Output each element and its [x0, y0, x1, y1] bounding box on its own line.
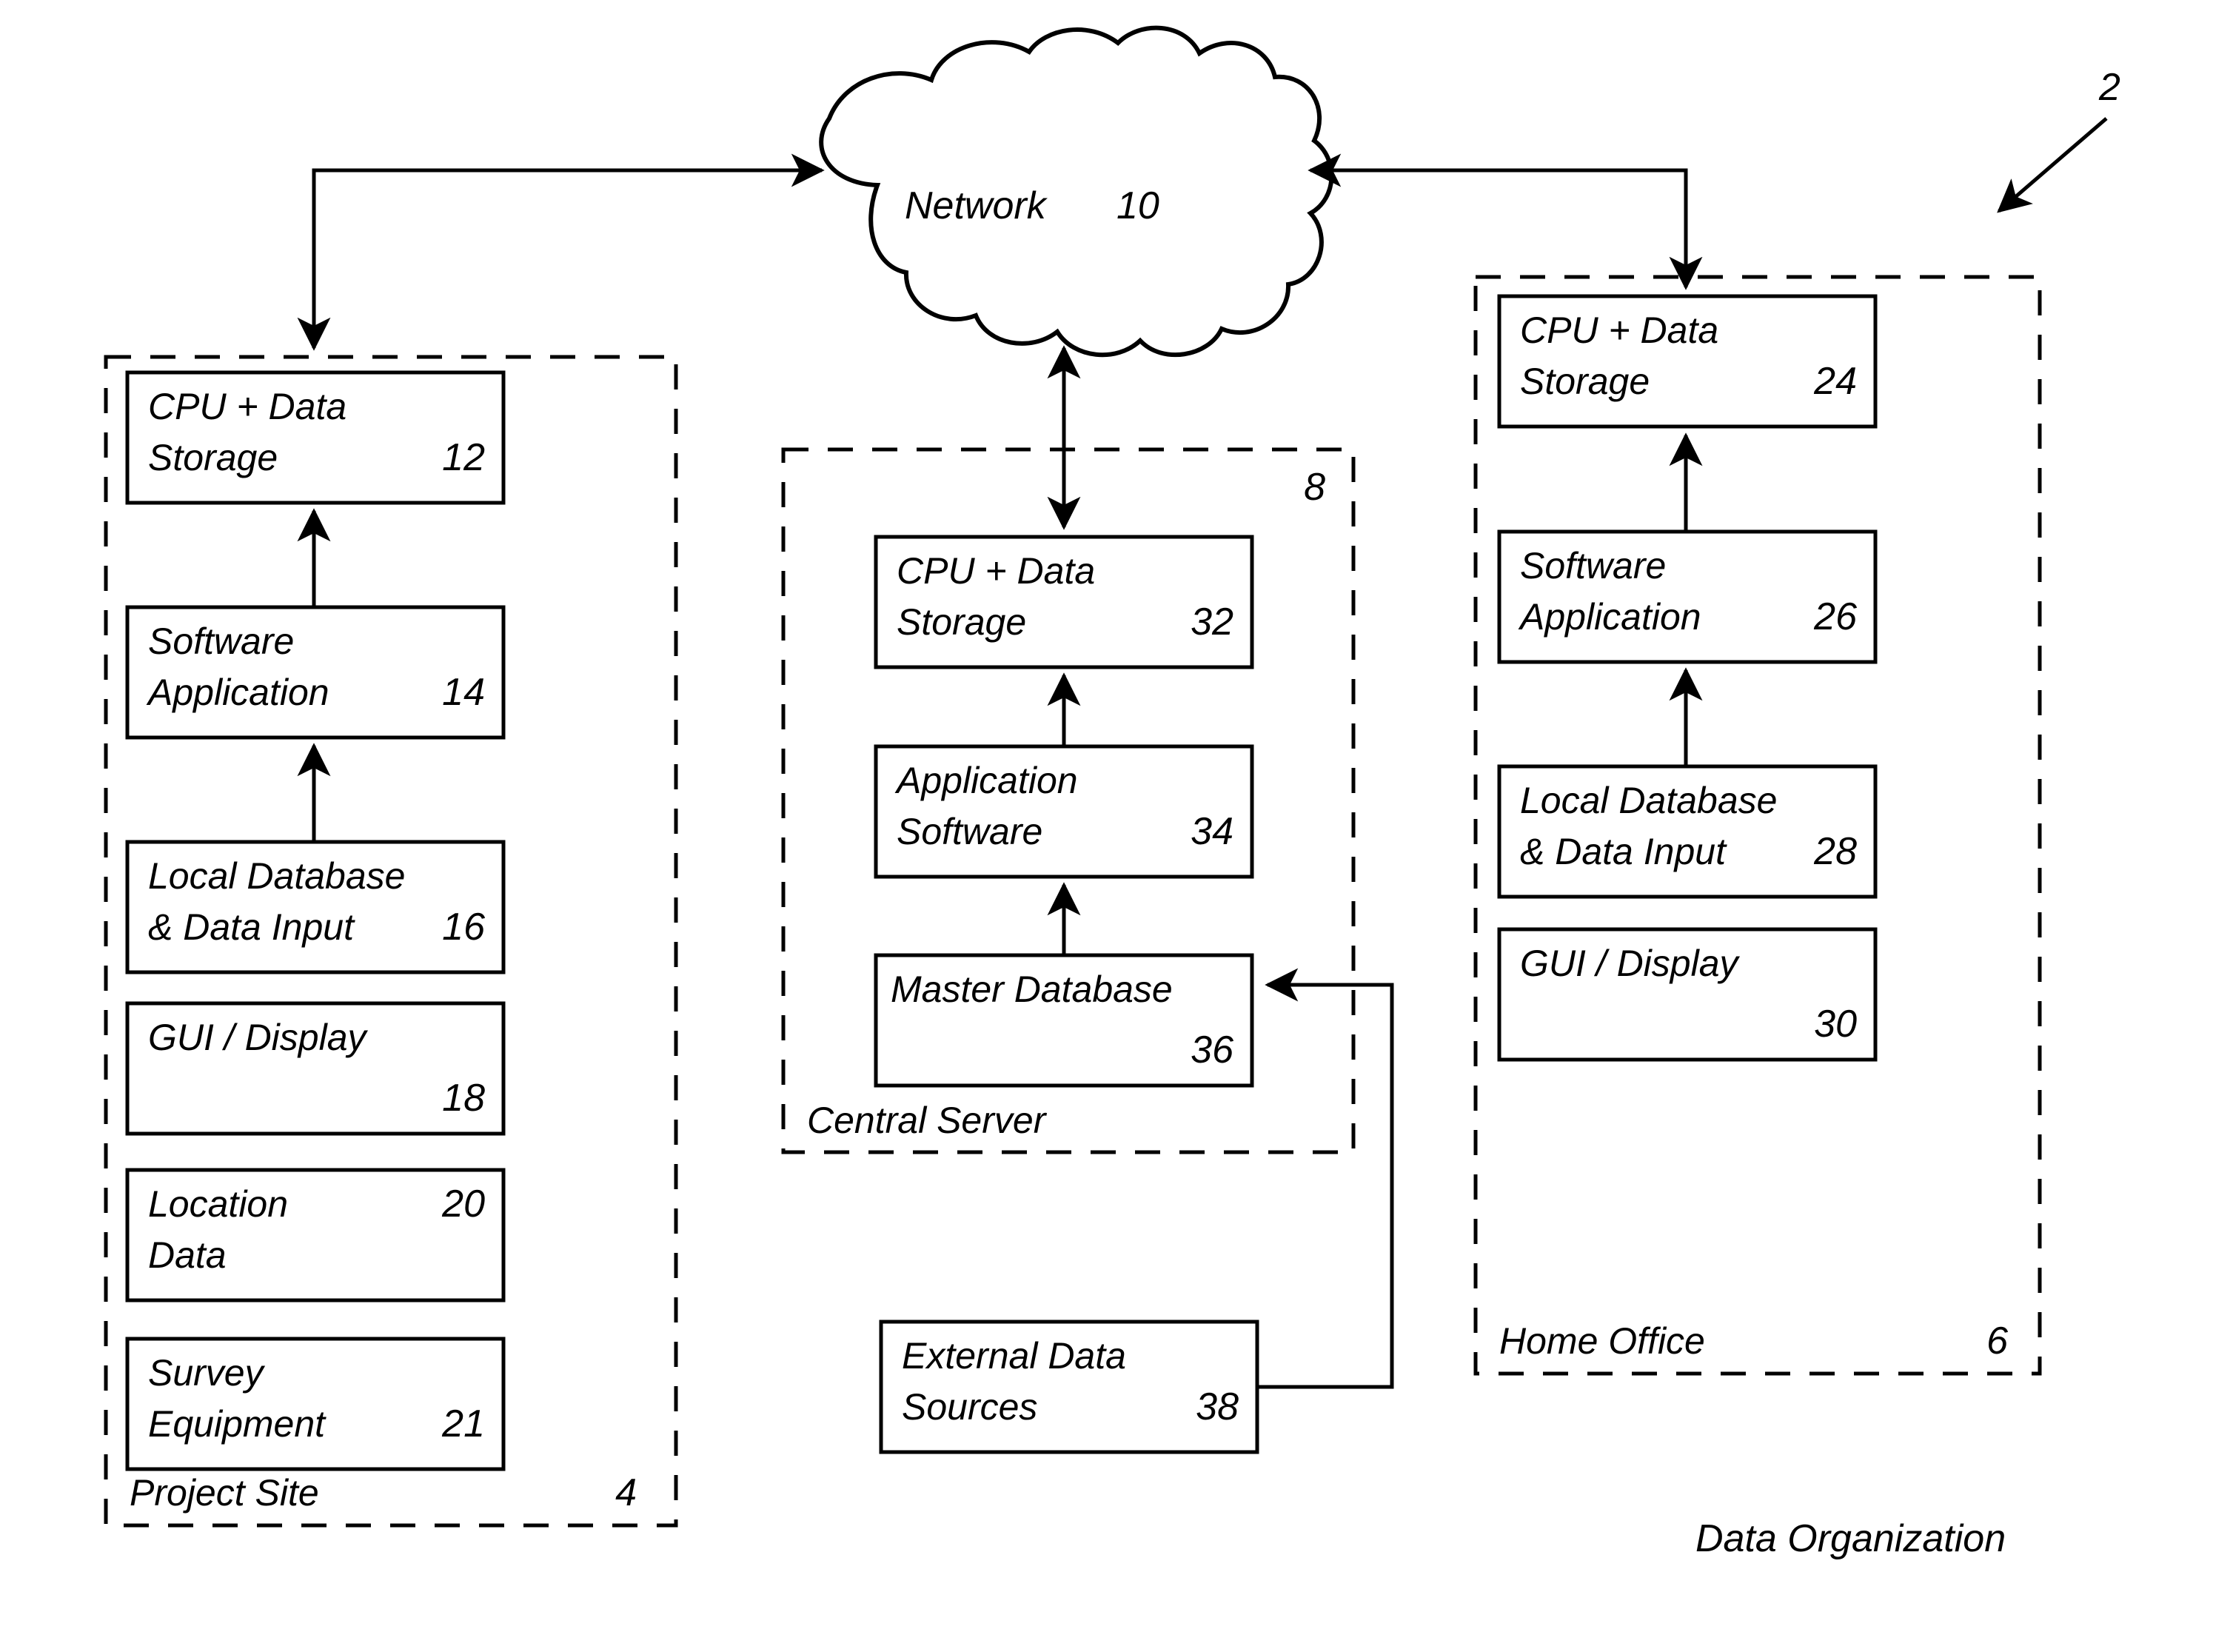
data-organization-diagram: Project Site 4 CPU + Data Storage 12 Sof… — [104, 25, 2120, 1560]
box-28-ref: 28 — [1813, 830, 1857, 873]
box-30-line1: GUI / Display — [1520, 943, 1741, 984]
box-34-line1: Application — [894, 760, 1078, 801]
box-20-line1: Location — [148, 1183, 288, 1225]
box-external-data-sources-38: External Data Sources 38 — [879, 1320, 1259, 1454]
box-location-data-20: Location Data 20 — [125, 1168, 506, 1302]
box-18-ref: 18 — [442, 1077, 485, 1120]
box-38-ref: 38 — [1196, 1385, 1239, 1428]
box-16-line1: Local Database — [148, 855, 405, 897]
figure-ref-number: 2 — [2098, 66, 2120, 109]
box-36-ref: 36 — [1191, 1029, 1233, 1071]
box-26-line2: Application — [1518, 596, 1701, 638]
figure-reference-callout: 2 — [1997, 66, 2120, 213]
box-master-database-36: Master Database 36 — [874, 953, 1254, 1088]
box-20-ref: 20 — [441, 1183, 485, 1225]
box-21-line1: Survey — [148, 1352, 266, 1394]
box-12-ref: 12 — [442, 436, 485, 479]
box-32-line2: Storage — [897, 601, 1026, 643]
box-16-line2: & Data Input — [148, 906, 355, 948]
box-26-line1: Software — [1520, 545, 1666, 586]
box-28-line1: Local Database — [1520, 780, 1777, 821]
box-14-line1: Software — [148, 621, 294, 662]
box-21-line2: Equipment — [148, 1403, 327, 1445]
box-26-ref: 26 — [1813, 595, 1857, 638]
home-office-label: Home Office — [1499, 1320, 1705, 1362]
box-software-application-26: Software Application 26 — [1497, 529, 1878, 664]
network-ref: 10 — [1116, 184, 1159, 227]
patent-figure-canvas: Project Site 4 CPU + Data Storage 12 Sof… — [0, 0, 2213, 1652]
box-cpu-data-storage-24: CPU + Data Storage 24 — [1497, 294, 1878, 429]
box-application-software-34: Application Software 34 — [874, 744, 1254, 879]
box-software-application-14: Software Application 14 — [125, 605, 506, 740]
box-24-line2: Storage — [1520, 361, 1650, 402]
box-14-ref: 14 — [442, 671, 485, 714]
box-gui-display-18: GUI / Display 18 — [125, 1001, 506, 1136]
network-label: Network — [905, 184, 1048, 227]
box-gui-display-30: GUI / Display 30 — [1497, 927, 1878, 1062]
box-12-line2: Storage — [148, 437, 278, 478]
link-project-site-to-network — [297, 153, 825, 351]
box-36-line1: Master Database — [891, 969, 1173, 1010]
project-site-ref: 4 — [615, 1471, 637, 1514]
box-12-line1: CPU + Data — [148, 386, 346, 427]
central-server-ref: 8 — [1304, 466, 1325, 509]
cloud-shape — [819, 25, 1334, 358]
box-survey-equipment-21: Survey Equipment 21 — [125, 1337, 506, 1471]
figure-caption: Data Organization — [1695, 1517, 2006, 1560]
box-24-line1: CPU + Data — [1520, 310, 1718, 351]
box-16-ref: 16 — [442, 906, 485, 949]
box-18-line1: GUI / Display — [148, 1017, 369, 1058]
figure-ref-leader-arrow — [1997, 117, 2108, 213]
box-14-line2: Application — [146, 672, 329, 713]
box-20-line2: Data — [148, 1234, 227, 1276]
home-office-ref: 6 — [1986, 1320, 2008, 1362]
box-34-line2: Software — [897, 811, 1042, 852]
box-local-database-data-input-28: Local Database & Data Input 28 — [1497, 764, 1878, 899]
box-cpu-data-storage-32: CPU + Data Storage 32 — [874, 535, 1254, 669]
box-32-line1: CPU + Data — [897, 550, 1095, 592]
box-21-ref: 21 — [441, 1402, 485, 1445]
box-30-ref: 30 — [1814, 1003, 1857, 1046]
box-cpu-data-storage-12: CPU + Data Storage 12 — [125, 370, 506, 505]
link-home-office-to-network — [1308, 153, 1703, 290]
central-server-label: Central Server — [807, 1100, 1048, 1141]
box-28-line2: & Data Input — [1520, 831, 1727, 872]
box-local-database-data-input-16: Local Database & Data Input 16 — [125, 840, 506, 974]
project-site-label: Project Site — [130, 1472, 319, 1514]
arrow-38-to-36 — [1257, 968, 1394, 1389]
box-24-ref: 24 — [1813, 360, 1857, 403]
network-cloud: Network 10 — [819, 25, 1334, 358]
box-34-ref: 34 — [1191, 810, 1233, 853]
box-32-ref: 32 — [1191, 601, 1233, 643]
box-38-line1: External Data — [902, 1335, 1126, 1377]
box-38-line2: Sources — [902, 1386, 1037, 1428]
